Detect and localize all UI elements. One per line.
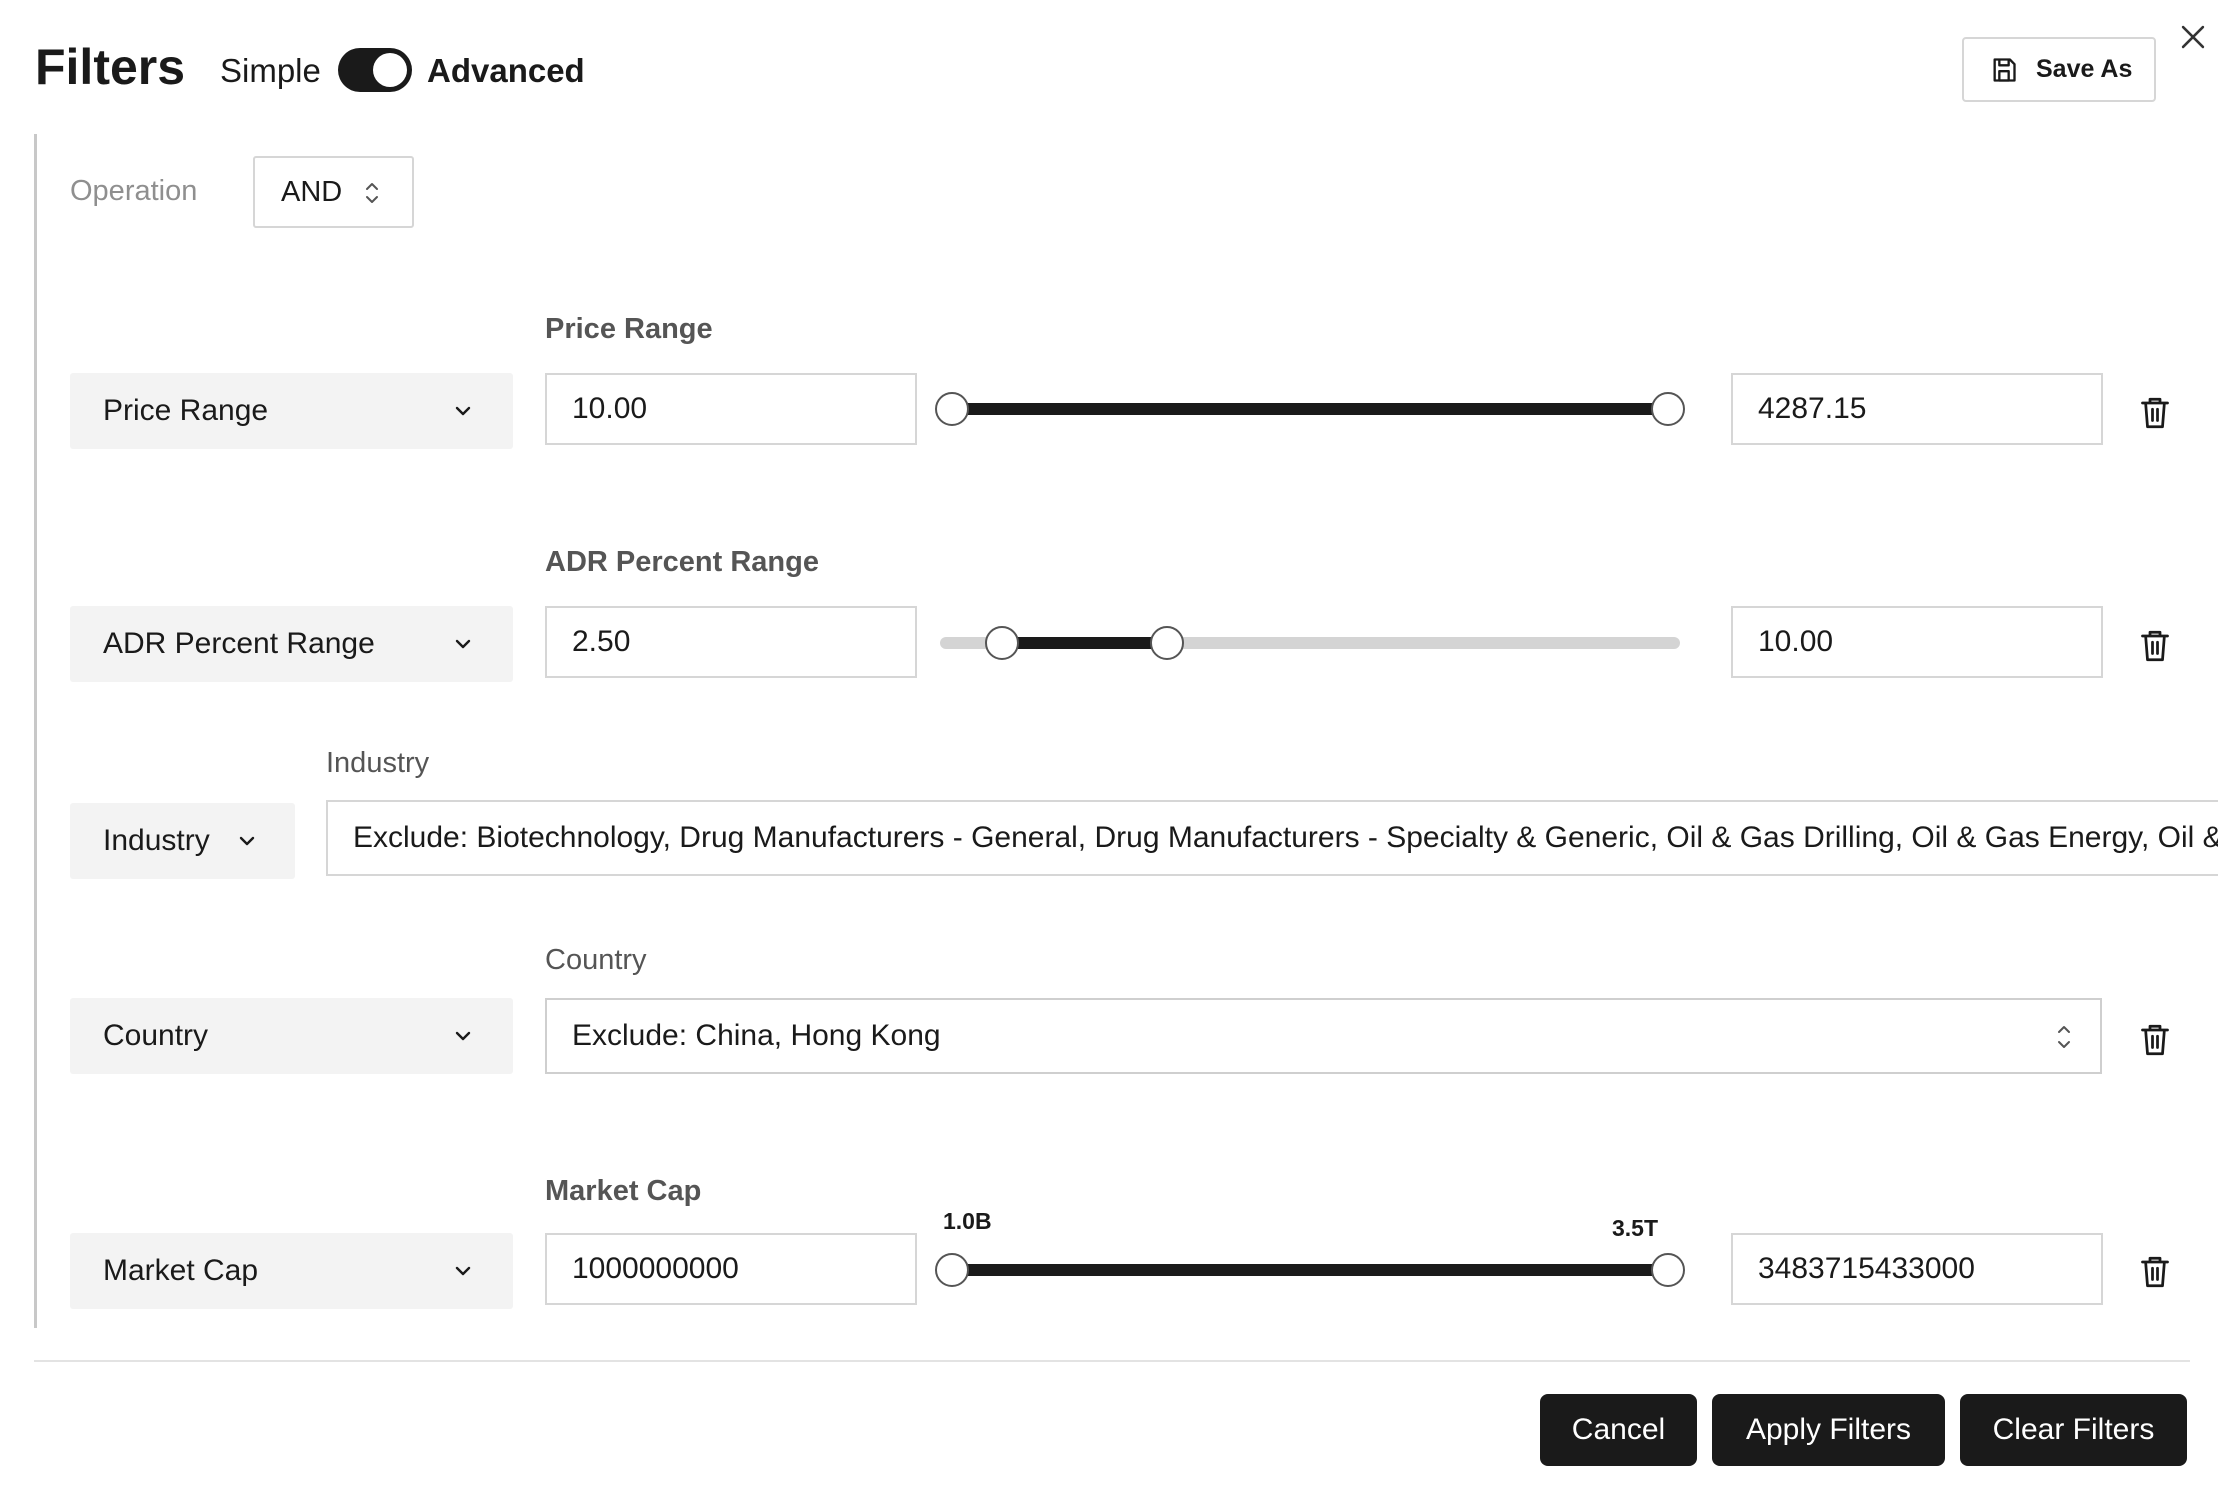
save-as-label: Save As	[2036, 55, 2133, 83]
chevron-down-icon	[455, 1266, 471, 1276]
adr-max-input[interactable]: 10.00	[1731, 606, 2103, 678]
industry-dropdown[interactable]: Industry	[70, 803, 295, 879]
country-dropdown[interactable]: Country	[70, 998, 513, 1074]
mode-simple-label[interactable]: Simple	[220, 52, 321, 90]
price-slider-handle-max[interactable]	[1651, 392, 1685, 426]
price-slider[interactable]	[935, 392, 1685, 426]
adr-slider-handle-min[interactable]	[985, 626, 1020, 660]
slider-min-tick: 1.0B	[943, 1208, 992, 1234]
market-cap-max-input[interactable]: 3483715433000	[1731, 1233, 2103, 1305]
dialog-title: Filters	[35, 39, 186, 95]
adr-min-input[interactable]: 2.50	[545, 606, 917, 678]
trash-icon[interactable]	[2140, 628, 2170, 664]
up-down-chevron-icon	[366, 183, 378, 203]
operation-value: AND	[281, 175, 343, 208]
trash-icon[interactable]	[2140, 1254, 2170, 1290]
slider-max-tick: 3.5T	[1612, 1215, 1659, 1241]
dropdown-label: Market Cap	[103, 1254, 259, 1287]
chevron-down-icon	[455, 639, 471, 649]
save-as-button[interactable]: Save As	[1962, 37, 2156, 102]
market-cap-slider-handle-max[interactable]	[1651, 1253, 1685, 1287]
apply-filters-button[interactable]: Apply Filters	[1712, 1394, 1945, 1466]
market-cap-dropdown[interactable]: Market Cap	[70, 1233, 513, 1309]
operation-label: Operation	[70, 175, 198, 207]
adr-slider[interactable]	[940, 626, 1680, 660]
filters-dialog: Filters Simple Advanced Save As Operatio…	[0, 0, 2218, 1502]
market-cap-label: Market Cap	[545, 1175, 702, 1207]
price-min-input[interactable]: 10.00	[545, 373, 917, 445]
dropdown-label: Price Range	[103, 394, 269, 427]
toggle-knob	[373, 53, 407, 87]
mode-toggle[interactable]	[338, 48, 412, 92]
mode-advanced-label[interactable]: Advanced	[427, 52, 585, 90]
industry-value: Exclude: Biotechnology, Drug Manufacture…	[353, 821, 2218, 854]
market-cap-min-input[interactable]: 1000000000	[545, 1233, 917, 1305]
market-cap-slider-handle-min[interactable]	[935, 1253, 969, 1287]
price-range-label: Price Range	[545, 313, 713, 345]
floppy-disk-icon	[1993, 57, 2016, 82]
close-icon[interactable]	[2176, 20, 2210, 54]
dropdown-label: Country	[103, 1019, 209, 1052]
country-value: Exclude: China, Hong Kong	[572, 1019, 941, 1052]
adr-slider-fill	[1002, 637, 1167, 649]
up-down-chevron-icon	[2058, 1026, 2070, 1048]
adr-range-dropdown[interactable]: ADR Percent Range	[70, 606, 513, 682]
group-rule	[34, 134, 37, 1328]
country-label: Country	[545, 944, 647, 976]
country-multiselect[interactable]: Exclude: China, Hong Kong	[545, 998, 2102, 1074]
trash-icon[interactable]	[2140, 1022, 2170, 1058]
clear-filters-button[interactable]: Clear Filters	[1960, 1394, 2187, 1466]
trash-icon[interactable]	[2140, 395, 2170, 431]
market-cap-slider-fill	[952, 1264, 1668, 1276]
cancel-button[interactable]: Cancel	[1540, 1394, 1697, 1466]
adr-range-label: ADR Percent Range	[545, 546, 819, 578]
price-slider-handle-min[interactable]	[935, 392, 969, 426]
price-slider-fill	[952, 403, 1668, 415]
chevron-down-icon	[239, 836, 255, 846]
dropdown-label: Industry	[103, 824, 210, 857]
footer-divider	[34, 1360, 2190, 1362]
adr-slider-handle-max[interactable]	[1149, 626, 1184, 660]
chevron-down-icon	[455, 406, 471, 416]
operation-select[interactable]: AND	[253, 156, 414, 228]
price-max-input[interactable]: 4287.15	[1731, 373, 2103, 445]
market-cap-slider[interactable]	[935, 1253, 1685, 1287]
price-range-dropdown[interactable]: Price Range	[70, 373, 513, 449]
chevron-down-icon	[455, 1031, 471, 1041]
industry-multiselect[interactable]: Exclude: Biotechnology, Drug Manufacture…	[326, 800, 2218, 876]
industry-label: Industry	[326, 747, 430, 779]
dropdown-label: ADR Percent Range	[103, 627, 375, 660]
